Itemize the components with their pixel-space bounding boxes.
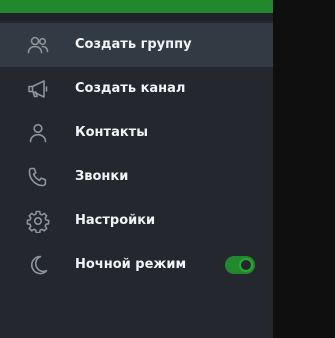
menu-item-contacts[interactable]: Контакты bbox=[0, 111, 273, 155]
phone-icon bbox=[26, 165, 50, 189]
drawer-header bbox=[0, 0, 273, 13]
menu-item-calls[interactable]: Звонки bbox=[0, 155, 273, 199]
side-drawer: Создать группу Создать канал Контакты Зв… bbox=[0, 0, 273, 338]
toggle-knob bbox=[239, 258, 253, 272]
gear-icon bbox=[26, 209, 50, 233]
person-icon bbox=[26, 121, 50, 145]
menu-label: Ночной режим bbox=[75, 257, 187, 272]
menu-item-night-mode[interactable]: Ночной режим bbox=[0, 243, 273, 287]
night-mode-toggle[interactable] bbox=[225, 256, 255, 274]
menu-label: Настройки bbox=[75, 213, 156, 228]
menu-label: Контакты bbox=[75, 125, 148, 140]
moon-icon bbox=[26, 253, 50, 277]
megaphone-icon bbox=[26, 77, 50, 101]
people-icon bbox=[26, 33, 50, 57]
menu-label: Создать канал bbox=[75, 81, 186, 96]
menu-item-create-group[interactable]: Создать группу bbox=[0, 23, 273, 67]
backdrop-overlay[interactable] bbox=[273, 0, 335, 338]
menu-label: Создать группу bbox=[75, 37, 192, 52]
menu-item-settings[interactable]: Настройки bbox=[0, 199, 273, 243]
drawer-header-divider bbox=[0, 13, 273, 21]
menu-item-create-channel[interactable]: Создать канал bbox=[0, 67, 273, 111]
menu-label: Звонки bbox=[75, 169, 129, 184]
drawer-menu: Создать группу Создать канал Контакты Зв… bbox=[0, 23, 273, 287]
screen: Создать группу Создать канал Контакты Зв… bbox=[0, 0, 335, 338]
